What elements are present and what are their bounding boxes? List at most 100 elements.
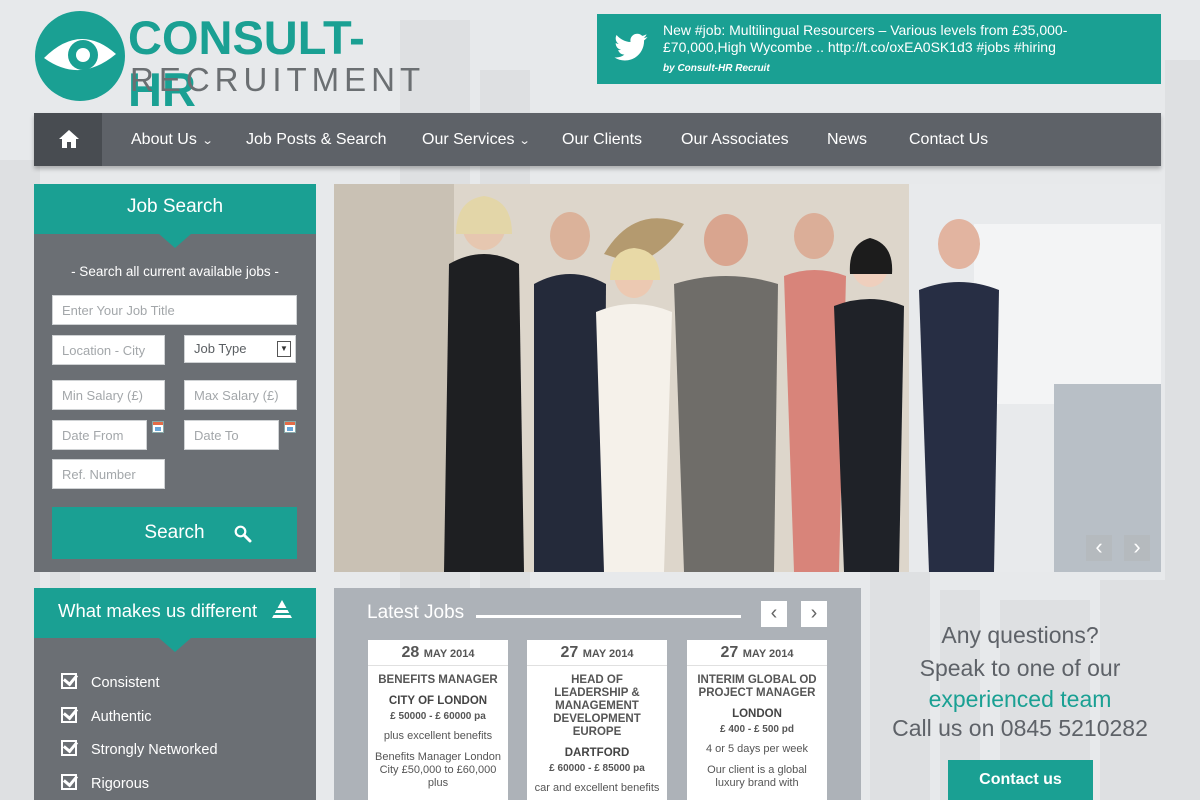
nav-item-label: Job Posts & Search [246,131,387,148]
callout-line-1: Any questions? [941,622,1099,648]
job-benefit: 4 or 5 days per week [705,743,809,755]
checkbox-icon [61,707,77,723]
min-salary-input[interactable] [52,380,165,410]
twitter-bird-icon [614,33,648,61]
job-date-month: MAY 2014 [423,648,475,660]
nav-item-label: Contact Us [909,131,989,148]
slider-next-button[interactable]: › [1124,535,1150,561]
nav-item-news[interactable]: News [827,131,867,149]
job-salary: £ 60000 - £ 85000 pa [549,763,645,774]
tweet-text[interactable]: New #job: Multilingual Resourcers – Vari… [663,22,1143,56]
job-date: 27 MAY 2014 [687,640,827,666]
max-salary-input[interactable] [184,380,297,410]
chevron-down-icon: ⌄ [201,135,214,147]
search-icon [234,525,252,543]
title-divider [476,615,741,618]
nav-item-label: Our Clients [562,131,643,148]
search-button-label: Search [144,522,205,543]
home-icon [59,130,79,148]
contact-us-button[interactable]: Contact us [948,760,1093,800]
dropdown-arrow-icon: ▼ [277,341,291,357]
nav-item-our-associates[interactable]: Our Associates [681,131,789,149]
callout-line-3: experienced team [928,686,1112,712]
differentiator-item: Consistent [61,673,160,691]
job-benefit: car and excellent benefits [534,782,660,794]
differentiator-item: Authentic [61,707,151,725]
differentiator-label: Rigorous [91,776,150,792]
brand-name-bottom: RECRUITMENT [130,61,426,98]
job-date: 28 MAY 2014 [368,640,508,666]
differentiators-title-text: What makes us different [58,600,258,621]
job-type-value: Job Type [194,341,247,356]
job-search-panel: Job Search - Search all current availabl… [34,184,316,572]
nav-item-our-services[interactable]: Our Services ⌄ [422,131,532,149]
job-description: Our client is a global luxury brand with [707,764,807,789]
job-search-subtitle: - Search all current available jobs - [71,264,279,279]
team-photo [334,184,1161,572]
job-title[interactable]: HEAD OF LEADERSHIP & MANAGEMENT DEVELOPM… [527,674,667,739]
differentiator-item: Strongly Networked [61,740,218,758]
chevron-down-icon: ⌄ [519,135,532,147]
job-card[interactable]: 28 MAY 2014 BENEFITS MANAGER CITY OF LON… [368,640,508,800]
differentiator-label: Strongly Networked [91,742,218,758]
job-title[interactable]: BENEFITS MANAGER [368,674,508,687]
hero-slider-image [334,184,1161,572]
jobs-next-button[interactable]: › [801,601,827,627]
nav-item-label: News [827,131,868,148]
checkbox-icon [61,740,77,756]
date-to-input[interactable] [184,420,279,450]
twitter-feed[interactable]: New #job: Multilingual Resourcers – Vari… [597,14,1161,84]
nav-home-button[interactable] [34,113,102,166]
job-location: DARTFORD [564,747,630,759]
job-search-title: Job Search [34,184,316,248]
differentiator-item: Rigorous [61,774,149,792]
job-title[interactable]: INTERIM GLOBAL OD PROJECT MANAGER [687,674,827,700]
contact-callout: Any questions? Speak to one of our exper… [880,620,1160,743]
calendar-icon[interactable] [284,421,296,433]
date-from-input[interactable] [52,420,147,450]
brand-logo[interactable]: CONSULT-HR RECRUITMENT [34,10,420,116]
nav-item-about-us[interactable]: About Us ⌄ [131,131,214,149]
job-location: CITY OF LONDON [388,695,488,707]
main-nav: About Us ⌄ Job Posts & Search Our Service… [34,113,1161,166]
pyramid-icon [272,600,292,618]
job-date-month: MAY 2014 [582,648,634,660]
latest-jobs-panel: Latest Jobs ‹ › 28 MAY 2014 BENEFITS MAN… [334,588,861,800]
job-date-month: MAY 2014 [742,648,794,660]
ref-number-input[interactable] [52,459,165,489]
nav-item-contact-us[interactable]: Contact Us [909,131,988,149]
calendar-icon[interactable] [152,421,164,433]
jobs-prev-button[interactable]: ‹ [761,601,787,627]
job-title-input[interactable] [52,295,297,325]
checkbox-icon [61,673,77,689]
job-description: Benefits Manager London City £50,000 to … [375,751,501,789]
nav-item-job-posts-search[interactable]: Job Posts & Search [246,131,387,149]
differentiators-panel: What makes us different Consistent Authe… [34,588,316,800]
job-type-select[interactable]: Job Type ▼ [184,335,296,363]
search-button[interactable]: Search [52,507,297,559]
job-location: LONDON [732,708,782,720]
slider-prev-button[interactable]: ‹ [1086,535,1112,561]
nav-item-label: Our Services [422,131,515,148]
nav-item-our-clients[interactable]: Our Clients [562,131,642,149]
callout-phone: Call us on 0845 5210282 [892,715,1148,741]
checkbox-icon [61,774,77,790]
nav-item-label: Our Associates [681,131,789,148]
differentiator-label: Consistent [91,675,160,691]
latest-jobs-title: Latest Jobs [367,602,465,623]
tweet-author: by Consult-HR Recruit [663,63,770,74]
job-card[interactable]: 27 MAY 2014 HEAD OF LEADERSHIP & MANAGEM… [527,640,667,800]
job-benefit: plus excellent benefits [383,730,493,742]
differentiators-title: What makes us different [34,588,316,652]
job-date-day: 28 [401,644,420,661]
job-card[interactable]: 27 MAY 2014 INTERIM GLOBAL OD PROJECT MA… [687,640,827,800]
differentiator-label: Authentic [91,709,152,725]
location-input[interactable] [52,335,165,365]
eye-logo-icon [35,11,125,101]
callout-line-2: Speak to one of our [919,655,1121,681]
job-date: 27 MAY 2014 [527,640,667,666]
job-date-day: 27 [720,644,739,661]
job-date-day: 27 [560,644,579,661]
job-salary: £ 400 - £ 500 pd [720,724,794,735]
nav-item-label: About Us [131,131,197,148]
